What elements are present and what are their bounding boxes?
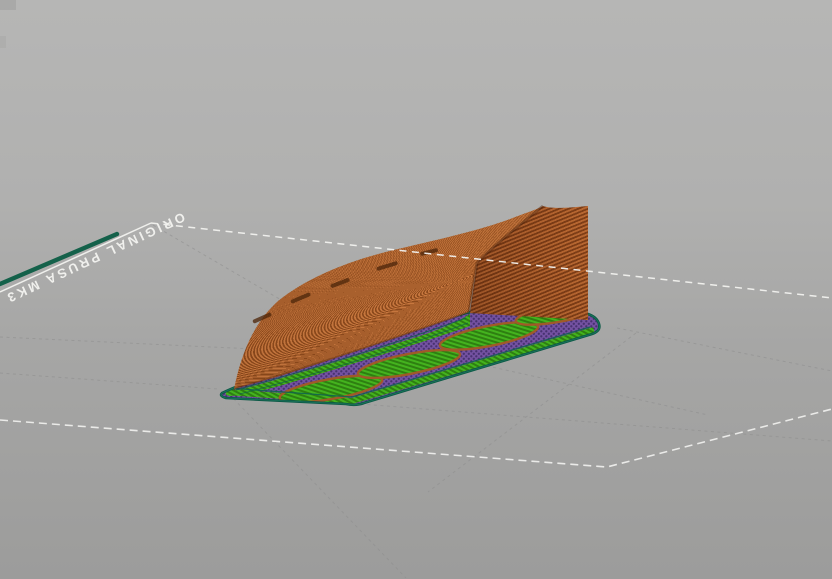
bed-back-axis [150,222,832,299]
bed-back-edge-dashed-line [150,222,832,299]
slicer-viewport: ORIGINAL PRUSA MK3 [0,0,832,579]
